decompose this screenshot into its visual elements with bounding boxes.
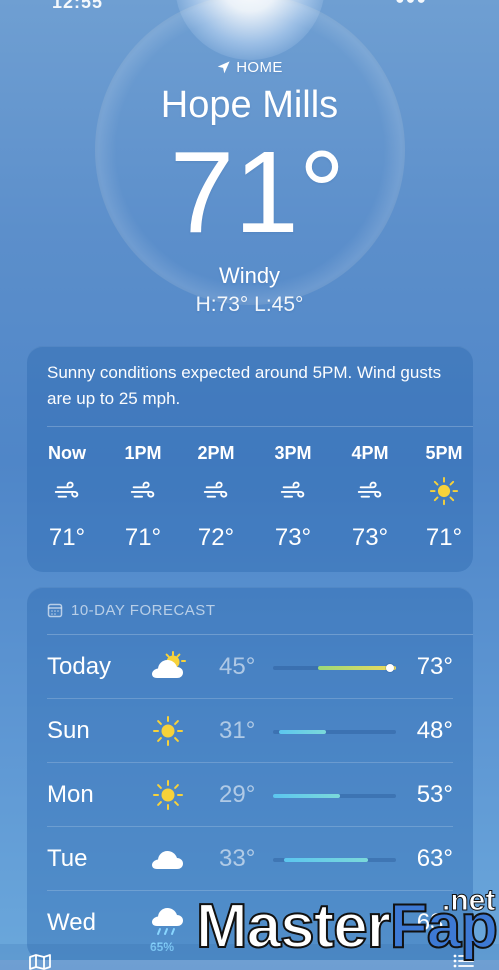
weather-summary: Sunny conditions expected around 5PM. Wi… <box>47 363 442 408</box>
high-low-temperature: H:73° L:45° <box>195 293 304 316</box>
watermark: .net MasterFap <box>195 885 499 960</box>
hour-temperature: 72° <box>197 524 235 551</box>
day-label: Mon <box>47 781 94 808</box>
sun-icon <box>153 780 183 810</box>
hour-temperature: 71° <box>124 524 162 551</box>
day-label: Sun <box>47 717 90 744</box>
hour-label: 2PM <box>197 443 235 463</box>
high-temperature: 48° <box>416 717 453 744</box>
watermark-prefix: Master <box>195 892 392 961</box>
hour-temperature: 71° <box>425 524 463 551</box>
sun-icon <box>153 716 183 746</box>
watermark-logo: MasterFap <box>195 895 499 959</box>
wind-icon <box>203 481 228 498</box>
day-label: Tue <box>47 845 88 872</box>
forecast-title: 10-DAY FORECAST <box>71 601 216 619</box>
rain-cloud-icon <box>152 908 183 935</box>
status-signal-icon: ●●● <box>395 0 427 9</box>
city-name: Hope Mills <box>160 84 339 126</box>
hourly-item[interactable]: Now 71° <box>36 438 98 556</box>
hourly-forecast-row[interactable]: Now 71° 1PM 71° 2PM 72° 3PM 73° 4PM 73° … <box>27 438 473 556</box>
low-temperature: 29° <box>219 781 256 808</box>
high-temperature: 73° <box>416 653 453 680</box>
location-arrow-icon <box>216 60 231 75</box>
watermark-suffix: Fap <box>389 892 499 961</box>
hour-label: Now <box>48 443 86 463</box>
map-icon[interactable] <box>28 954 52 970</box>
summary-divider <box>47 426 473 427</box>
temperature-range-track <box>273 730 396 734</box>
current-temperature-dot <box>386 664 395 672</box>
wind-icon <box>130 481 155 498</box>
location-row: HOME <box>0 55 499 79</box>
temperature-range-track <box>273 858 396 862</box>
wind-icon <box>357 481 382 498</box>
forecast-row-tue[interactable]: Tue 33° 63° <box>27 827 473 891</box>
hour-temperature: 73° <box>274 524 312 551</box>
partly-cloudy-icon <box>152 651 186 678</box>
hour-label: 4PM <box>351 443 389 463</box>
hour-temperature: 73° <box>351 524 389 551</box>
hour-temperature: 71° <box>48 524 86 551</box>
location-label: HOME <box>236 58 283 76</box>
hourly-item[interactable]: 3PM 73° <box>262 438 324 556</box>
low-temperature: 33° <box>219 845 256 872</box>
hourly-item[interactable]: 4PM 73° <box>339 438 401 556</box>
forecast-header: 10-DAY FORECAST <box>47 599 215 621</box>
temperature-range-bar <box>284 858 369 862</box>
temperature-range-bar <box>317 666 396 670</box>
hourly-item[interactable]: 1PM 71° <box>112 438 174 556</box>
temperature-range-bar <box>273 794 341 798</box>
wind-icon <box>54 481 79 498</box>
calendar-icon <box>47 602 63 618</box>
hourly-item[interactable]: 5PM 71° <box>413 438 473 556</box>
forecast-row-sun[interactable]: Sun 31° 48° <box>27 699 473 763</box>
low-temperature: 31° <box>219 717 256 744</box>
status-time: 12:55 <box>52 0 104 12</box>
sun-icon <box>429 476 459 506</box>
temperature-range-track <box>273 664 396 672</box>
cloud-icon <box>152 851 183 869</box>
forecast-row-today[interactable]: Today 45° 73° <box>27 635 473 699</box>
hour-label: 1PM <box>124 443 162 463</box>
current-weather-hero: HOME Hope Mills 71° Windy H:73° L:45° <box>0 55 499 317</box>
day-label: Today <box>47 653 112 680</box>
forecast-row-mon[interactable]: Mon 29° 53° <box>27 763 473 827</box>
hourly-item[interactable]: 2PM 72° <box>185 438 247 556</box>
high-temperature: 53° <box>416 781 453 808</box>
temperature-range-track <box>273 794 396 798</box>
hourly-forecast-card[interactable]: Sunny conditions expected around 5PM. Wi… <box>27 346 473 572</box>
current-temperature: 71° <box>169 127 346 257</box>
weather-condition: Windy <box>218 263 281 288</box>
temperature-range-bar <box>278 730 327 734</box>
high-temperature: 63° <box>416 845 453 872</box>
low-temperature: 45° <box>219 653 256 680</box>
status-bar: 12:55 ●●● <box>0 0 499 12</box>
hour-label: 3PM <box>274 443 312 463</box>
wind-icon <box>280 481 305 498</box>
hour-label: 5PM <box>425 443 463 463</box>
day-label: Wed <box>47 909 96 936</box>
